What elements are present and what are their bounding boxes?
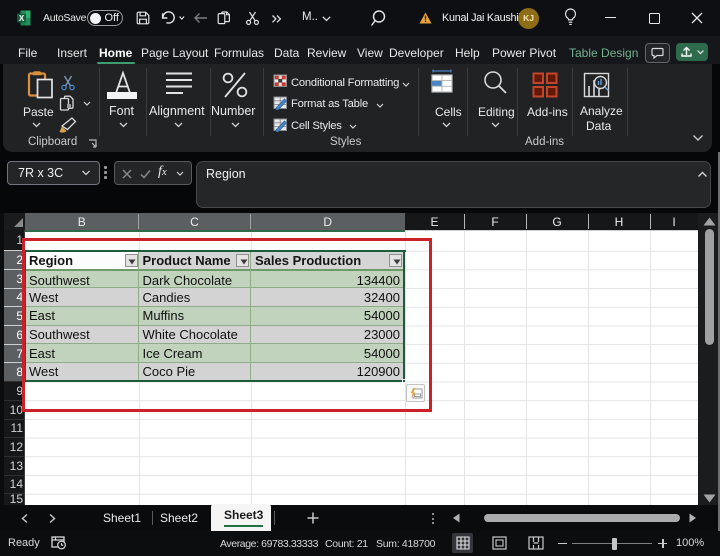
svg-text:X: X xyxy=(19,14,25,23)
